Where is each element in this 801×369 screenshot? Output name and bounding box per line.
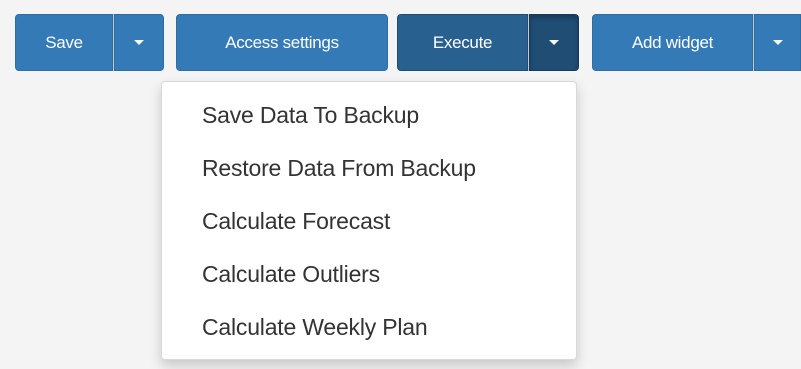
toolbar: Save Access settings Execute Add widget — [0, 0, 801, 80]
menu-item-save-data-to-backup[interactable]: Save Data To Backup — [162, 95, 576, 148]
execute-dropdown-menu: Save Data To Backup Restore Data From Ba… — [161, 81, 577, 360]
add-widget-button[interactable]: Add widget — [592, 14, 753, 71]
menu-item-calculate-weekly-plan[interactable]: Calculate Weekly Plan — [162, 307, 576, 360]
menu-item-calculate-outliers[interactable]: Calculate Outliers — [162, 254, 576, 307]
caret-down-icon — [549, 40, 559, 45]
menu-item-calculate-forecast[interactable]: Calculate Forecast — [162, 201, 576, 254]
caret-down-icon — [134, 40, 144, 45]
page-background: Save Access settings Execute Add widget … — [0, 0, 801, 369]
execute-button[interactable]: Execute — [397, 14, 528, 71]
access-settings-button[interactable]: Access settings — [176, 14, 388, 71]
access-settings-label: Access settings — [225, 32, 339, 52]
menu-item-restore-data-from-backup[interactable]: Restore Data From Backup — [162, 148, 576, 201]
add-widget-label: Add widget — [631, 32, 714, 52]
add-widget-dropdown-toggle[interactable] — [754, 14, 801, 71]
execute-button-label: Execute — [432, 32, 493, 52]
caret-down-icon — [772, 40, 783, 45]
save-button[interactable]: Save — [15, 14, 113, 71]
save-button-label: Save — [45, 32, 83, 52]
save-dropdown-toggle[interactable] — [114, 14, 164, 71]
execute-dropdown-toggle[interactable] — [529, 14, 579, 71]
